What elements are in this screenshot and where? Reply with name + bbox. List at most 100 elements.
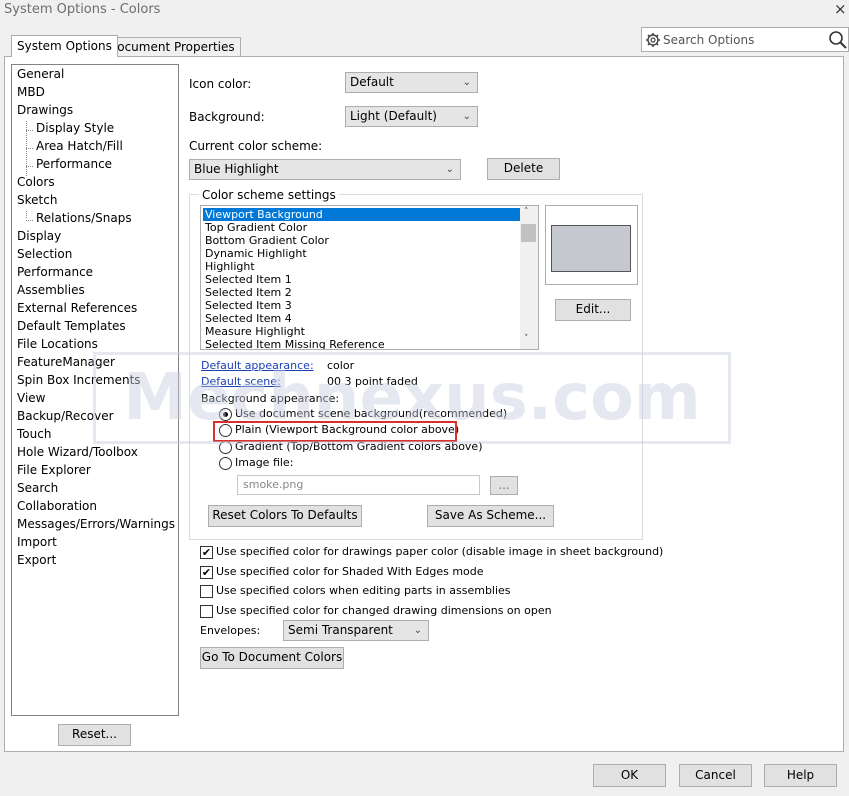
list-item[interactable]: Dynamic Highlight	[205, 247, 307, 260]
background-dropdown[interactable]: Light (Default) ⌄	[345, 106, 478, 127]
checkbox-label[interactable]: Use specified color for changed drawing …	[216, 604, 552, 617]
radio-label[interactable]: Image file:	[235, 456, 293, 469]
list-item[interactable]: Selected Item Missing Reference	[205, 338, 385, 349]
default-scene-value: 00 3 point faded	[327, 375, 418, 388]
go-to-document-colors-button[interactable]: Go To Document Colors	[200, 647, 344, 669]
reset-button[interactable]: Reset...	[58, 724, 131, 746]
list-item[interactable]: Highlight	[205, 260, 255, 273]
color-scheme-dropdown[interactable]: Blue Highlight ⌄	[189, 159, 461, 180]
reset-colors-button[interactable]: Reset Colors To Defaults	[208, 505, 362, 527]
background-appearance-label: Background appearance:	[201, 392, 340, 405]
checkbox[interactable]: ✔	[200, 546, 213, 559]
image-file-field[interactable]: smoke.png	[237, 475, 480, 495]
dropdown-value: Semi Transparent	[288, 623, 393, 637]
list-item[interactable]: Selected Item 4	[205, 312, 292, 325]
ok-button[interactable]: OK	[593, 764, 666, 787]
tree-item[interactable]: Backup/Recover	[17, 409, 114, 423]
default-appearance-value: color	[327, 359, 355, 372]
tree-item[interactable]: Messages/Errors/Warnings	[17, 517, 175, 531]
tree-item[interactable]: Default Templates	[17, 319, 126, 333]
delete-button[interactable]: Delete	[487, 158, 560, 180]
envelopes-dropdown[interactable]: Semi Transparent ⌄	[283, 620, 429, 641]
scroll-up-icon[interactable]: ˄	[524, 207, 529, 217]
tab-document-properties[interactable]: Document Properties	[102, 37, 241, 57]
list-item[interactable]: Selected Item 2	[205, 286, 292, 299]
tree-connector	[26, 220, 33, 221]
tree-item[interactable]: Drawings	[17, 103, 73, 117]
color-scheme-label: Current color scheme:	[189, 139, 323, 153]
checkbox-label[interactable]: Use specified color for drawings paper c…	[216, 545, 663, 558]
list-item[interactable]: Top Gradient Color	[205, 221, 307, 234]
envelopes-label: Envelopes:	[200, 624, 261, 637]
radio-button[interactable]	[219, 408, 232, 421]
tree-item[interactable]: External References	[17, 301, 137, 315]
dropdown-value: Default	[350, 75, 394, 89]
tree-item[interactable]: View	[17, 391, 45, 405]
tree-item[interactable]: Collaboration	[17, 499, 97, 513]
list-item[interactable]: Selected Item 1	[205, 273, 292, 286]
list-item[interactable]: Viewport Background	[203, 208, 521, 221]
tree-item[interactable]: Touch	[17, 427, 51, 441]
help-button[interactable]: Help	[764, 764, 837, 787]
checkbox[interactable]	[200, 585, 213, 598]
tree-item[interactable]: Search	[17, 481, 58, 495]
tree-item[interactable]: Colors	[17, 175, 55, 189]
tree-item[interactable]: Spin Box Increments	[17, 373, 141, 387]
tree-item[interactable]: Performance	[17, 265, 93, 279]
tree-item[interactable]: File Locations	[17, 337, 98, 351]
window-title: System Options - Colors	[4, 2, 161, 17]
chevron-down-icon: ⌄	[413, 625, 422, 636]
scroll-thumb[interactable]	[521, 224, 536, 242]
tree-connector	[26, 130, 33, 131]
tree-item[interactable]: Performance	[36, 157, 112, 171]
tree-item[interactable]: Selection	[17, 247, 72, 261]
tree-item[interactable]: Area Hatch/Fill	[36, 139, 123, 153]
dropdown-value: Blue Highlight	[194, 162, 279, 176]
tab-label: Document Properties	[108, 40, 235, 54]
tree-item[interactable]: Sketch	[17, 193, 57, 207]
gear-icon	[646, 33, 660, 47]
tree-item[interactable]: FeatureManager	[17, 355, 115, 369]
search-icon[interactable]	[828, 30, 848, 50]
edit-button[interactable]: Edit...	[555, 299, 631, 321]
highlight-annotation	[213, 421, 457, 442]
checkbox[interactable]	[200, 605, 213, 618]
close-icon[interactable]: ×	[834, 0, 847, 18]
checkbox-label[interactable]: Use specified colors when editing parts …	[216, 584, 511, 597]
radio-label[interactable]: Use document scene background(recommende…	[235, 407, 507, 420]
icon-color-dropdown[interactable]: Default ⌄	[345, 72, 478, 93]
list-item[interactable]: Bottom Gradient Color	[205, 234, 329, 247]
color-swatch	[551, 225, 631, 272]
tree-item[interactable]: File Explorer	[17, 463, 91, 477]
list-item[interactable]: Selected Item 3	[205, 299, 292, 312]
tree-item[interactable]: Assemblies	[17, 283, 85, 297]
scroll-down-icon[interactable]: ˅	[524, 334, 529, 344]
cancel-button[interactable]: Cancel	[679, 764, 752, 787]
chevron-down-icon: ⌄	[462, 77, 471, 88]
tree-item[interactable]: Relations/Snaps	[36, 211, 132, 225]
tree-item[interactable]: Import	[17, 535, 57, 549]
tree-item[interactable]: Display	[17, 229, 61, 243]
tree-connector	[26, 211, 27, 218]
save-scheme-button[interactable]: Save As Scheme...	[427, 505, 554, 527]
checkbox[interactable]: ✔	[200, 566, 213, 579]
tree-item[interactable]: Display Style	[36, 121, 114, 135]
chevron-down-icon: ⌄	[445, 164, 454, 175]
tree-item[interactable]: Hole Wizard/Toolbox	[17, 445, 138, 459]
color-items-list[interactable]: Viewport Background Top Gradient Color Bot…	[200, 205, 539, 350]
tree-item[interactable]: General	[17, 67, 64, 81]
tree-connector	[26, 148, 33, 149]
browse-button[interactable]: ...	[490, 476, 518, 495]
default-appearance-link[interactable]: Default appearance:	[201, 359, 314, 372]
list-item[interactable]: Measure Highlight	[205, 325, 305, 338]
default-scene-link[interactable]: Default scene:	[201, 375, 281, 388]
search-box[interactable]: Search Options	[641, 27, 849, 52]
tree-item[interactable]: MBD	[17, 85, 45, 99]
checkbox-label[interactable]: Use specified color for Shaded With Edge…	[216, 565, 484, 578]
tab-system-options[interactable]: System Options	[11, 35, 118, 57]
search-input[interactable]: Search Options	[663, 33, 754, 47]
list-scrollbar[interactable]: ˄ ˅	[520, 206, 538, 349]
radio-button[interactable]	[219, 457, 232, 470]
tree-item[interactable]: Export	[17, 553, 56, 567]
radio-button[interactable]	[219, 441, 232, 454]
